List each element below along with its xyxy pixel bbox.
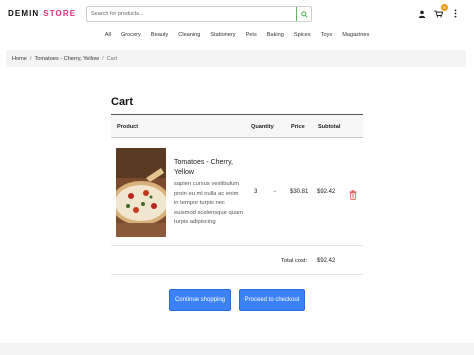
search-input[interactable] <box>87 7 295 21</box>
nav-item-cleaning[interactable]: Cleaning <box>178 32 200 38</box>
total-cost-value: $92.42 <box>317 258 336 264</box>
search-button[interactable] <box>296 7 311 21</box>
remove-item-button[interactable] <box>349 187 357 200</box>
nav-item-stationery[interactable]: Stationery <box>210 32 235 38</box>
cart-table-header: Product Quantity Price Subtotal <box>111 114 363 138</box>
more-vertical-icon <box>454 9 457 18</box>
logo-text-store: STORE <box>43 9 77 18</box>
proceed-to-checkout-button[interactable]: Proceed to checkout <box>239 289 305 311</box>
account-button[interactable] <box>417 9 426 18</box>
breadcrumb-separator: / <box>102 55 104 62</box>
more-menu-button[interactable] <box>451 9 460 18</box>
product-image[interactable] <box>116 148 166 237</box>
logo-text-demin: DEMIN <box>8 9 40 18</box>
user-icon <box>418 10 425 18</box>
product-price: $30.81 <box>290 189 309 195</box>
cart-item-row: Tomatoes - Cherry, Yellow sapien cursus … <box>111 138 363 246</box>
product-name[interactable]: Tomatoes - Cherry, Yellow <box>174 158 236 178</box>
nav-item-toys[interactable]: Toys <box>321 32 333 38</box>
nav-item-spices[interactable]: Spices <box>294 32 311 38</box>
nav-item-baking[interactable]: Baking <box>267 32 284 38</box>
page-title: Cart <box>111 96 134 108</box>
store-logo[interactable]: DEMIN STORE <box>8 9 76 18</box>
cart-total-row: Total cost: $92.42 <box>111 247 363 275</box>
quantity-value: 3 <box>254 189 258 195</box>
product-subtotal: $92.42 <box>317 189 336 195</box>
pizza-image-icon <box>116 148 166 237</box>
nav-item-all[interactable]: All <box>105 32 111 38</box>
site-header: DEMINSTORE 0 <box>0 0 474 30</box>
cart-count-badge: 0 <box>441 4 448 11</box>
breadcrumb-home[interactable]: Home <box>12 56 27 62</box>
nav-item-grocery[interactable]: Grocery <box>121 32 141 38</box>
nav-item-magazines[interactable]: Magazines <box>342 32 369 38</box>
cart-icon <box>434 10 443 18</box>
header-quantity: Quantity <box>251 124 274 130</box>
product-description: sapien cursus vestibulum proin eu mi nul… <box>174 181 243 225</box>
header-product: Product <box>117 124 139 130</box>
page-footer <box>0 343 474 355</box>
total-cost-label: Total cost: <box>281 258 308 264</box>
breadcrumb-product[interactable]: Tomatoes - Cherry, Yellow <box>34 56 99 62</box>
category-nav: All Grocery Beauty Cleaning Stationery P… <box>0 32 474 38</box>
search-bar <box>86 6 312 22</box>
breadcrumb-separator: / <box>29 55 32 62</box>
decrement-button[interactable]: − <box>273 189 277 195</box>
breadcrumb: Home / Tomatoes - Cherry, Yellow / Cart <box>6 50 466 67</box>
nav-item-beauty[interactable]: Beauty <box>151 32 168 38</box>
search-icon <box>300 10 308 18</box>
trash-icon <box>349 190 357 200</box>
header-subtotal: Subtotal <box>318 124 341 130</box>
breadcrumb-current: Cart <box>106 55 118 62</box>
nav-item-pets[interactable]: Pets <box>246 32 257 38</box>
header-icons: 0 <box>417 4 460 18</box>
continue-shopping-button[interactable]: Continue shopping <box>169 289 231 311</box>
header-price: Price <box>291 124 305 130</box>
cart-button[interactable]: 0 <box>434 4 448 18</box>
